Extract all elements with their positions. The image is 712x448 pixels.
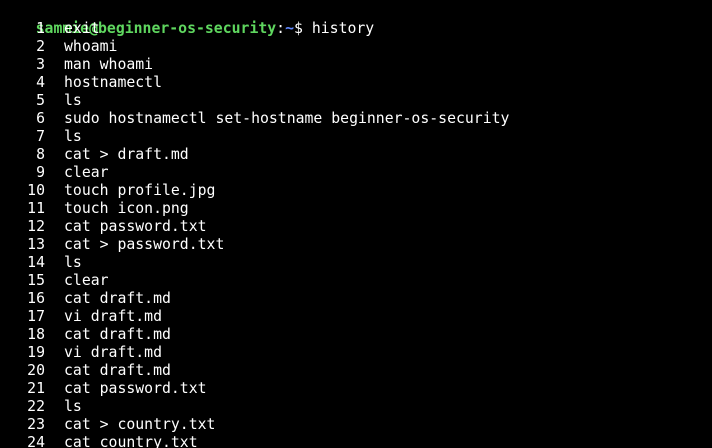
history-entry: 4 hostnamectl	[0, 74, 712, 92]
history-entry-command: ls	[64, 398, 82, 415]
history-entry: 22 ls	[0, 398, 712, 416]
history-entry-command: ls	[64, 128, 82, 145]
history-entry: 2 whoami	[0, 38, 712, 56]
history-entry-command: cat password.txt	[64, 380, 207, 397]
history-entry: 19 vi draft.md	[0, 344, 712, 362]
history-entry: 18 cat draft.md	[0, 326, 712, 344]
history-entry-command: cat > password.txt	[64, 236, 225, 253]
history-entry-number: 16	[27, 290, 45, 307]
history-entry: 7 ls	[0, 128, 712, 146]
prompt-command: history	[311, 20, 375, 37]
history-entry-number: 23	[27, 416, 45, 433]
history-entry: 24 cat country.txt	[0, 434, 712, 448]
history-entry-command: cat > draft.md	[64, 146, 189, 163]
history-entry: 5 ls	[0, 92, 712, 110]
history-entry-command: ls	[64, 92, 82, 109]
history-entry: 14 ls	[0, 254, 712, 272]
history-entry: 15 clear	[0, 272, 712, 290]
history-entry-command: vi draft.md	[64, 344, 162, 361]
history-entry: 21 cat password.txt	[0, 380, 712, 398]
history-entry-command: sudo hostnamectl set-hostname beginner-o…	[64, 110, 510, 127]
history-entry-number: 8	[36, 146, 45, 163]
history-entry-number: 12	[27, 218, 45, 235]
history-entry-command: clear	[64, 164, 109, 181]
history-entry-number: 22	[27, 398, 45, 415]
history-entry-command: cat draft.md	[64, 290, 171, 307]
history-entry-number: 5	[36, 92, 45, 109]
history-entry: 9 clear	[0, 164, 712, 182]
history-entry-number: 4	[36, 74, 45, 91]
history-entry-number: 1	[36, 20, 45, 37]
history-entry-command: cat password.txt	[64, 218, 207, 235]
history-entry-number: 20	[27, 362, 45, 379]
history-entry-command: cat > country.txt	[64, 416, 216, 433]
history-entry: 12 cat password.txt	[0, 218, 712, 236]
history-entry: 3 man whoami	[0, 56, 712, 74]
history-entry-number: 7	[36, 128, 45, 145]
history-entry: 8 cat > draft.md	[0, 146, 712, 164]
history-entry-number: 6	[36, 110, 45, 127]
history-entry-number: 14	[27, 254, 45, 271]
history-entry-number: 24	[27, 434, 45, 448]
history-entry-command: ls	[64, 254, 82, 271]
history-entry: 6 sudo hostnamectl set-hostname beginner-…	[0, 110, 712, 128]
history-entry-number: 17	[27, 308, 45, 325]
prompt-symbol: $	[294, 20, 303, 37]
history-entry-command: man whoami	[64, 56, 154, 73]
history-entry: 10 touch profile.jpg	[0, 182, 712, 200]
prompt-path: ~	[285, 20, 295, 37]
history-entry-command: cat draft.md	[64, 326, 171, 343]
history-entry: 16 cat draft.md	[0, 290, 712, 308]
history-entry-command: whoami	[64, 38, 118, 55]
history-entry-number: 11	[27, 200, 45, 217]
history-entry-number: 18	[27, 326, 45, 343]
history-entry-command: vi draft.md	[64, 308, 162, 325]
history-entry-command: exit	[64, 20, 100, 37]
history-entry-number: 15	[27, 272, 45, 289]
history-entry-command: cat draft.md	[64, 362, 171, 379]
history-entry: 20 cat draft.md	[0, 362, 712, 380]
prompt-line: sammie@beginner-os-security:~$ history	[0, 2, 712, 37]
history-entry-number: 2	[36, 38, 45, 55]
history-entry-command: clear	[64, 272, 109, 289]
history-entry-number: 13	[27, 236, 45, 253]
history-entry-command: touch profile.jpg	[64, 182, 216, 199]
history-entry: 17 vi draft.md	[0, 308, 712, 326]
history-output: 1 exit 2 whoami 3 man whoami 4 hostnamectl 5 ls 6 s…	[0, 20, 712, 448]
history-entry-command: hostnamectl	[64, 74, 162, 91]
history-entry-number: 10	[27, 182, 45, 199]
history-entry: 13 cat > password.txt	[0, 236, 712, 254]
history-entry-command: cat country.txt	[64, 434, 198, 448]
history-entry-number: 21	[27, 380, 45, 397]
history-entry-number: 19	[27, 344, 45, 361]
history-entry-number: 3	[36, 56, 45, 73]
history-entry-command: touch icon.png	[64, 200, 189, 217]
history-entry: 23 cat > country.txt	[0, 416, 712, 434]
history-entry-number: 9	[36, 164, 45, 181]
prompt-separator: :	[276, 20, 286, 37]
terminal-window[interactable]: sammie@beginner-os-security:~$ history 1…	[0, 2, 712, 448]
history-entry: 11 touch icon.png	[0, 200, 712, 218]
